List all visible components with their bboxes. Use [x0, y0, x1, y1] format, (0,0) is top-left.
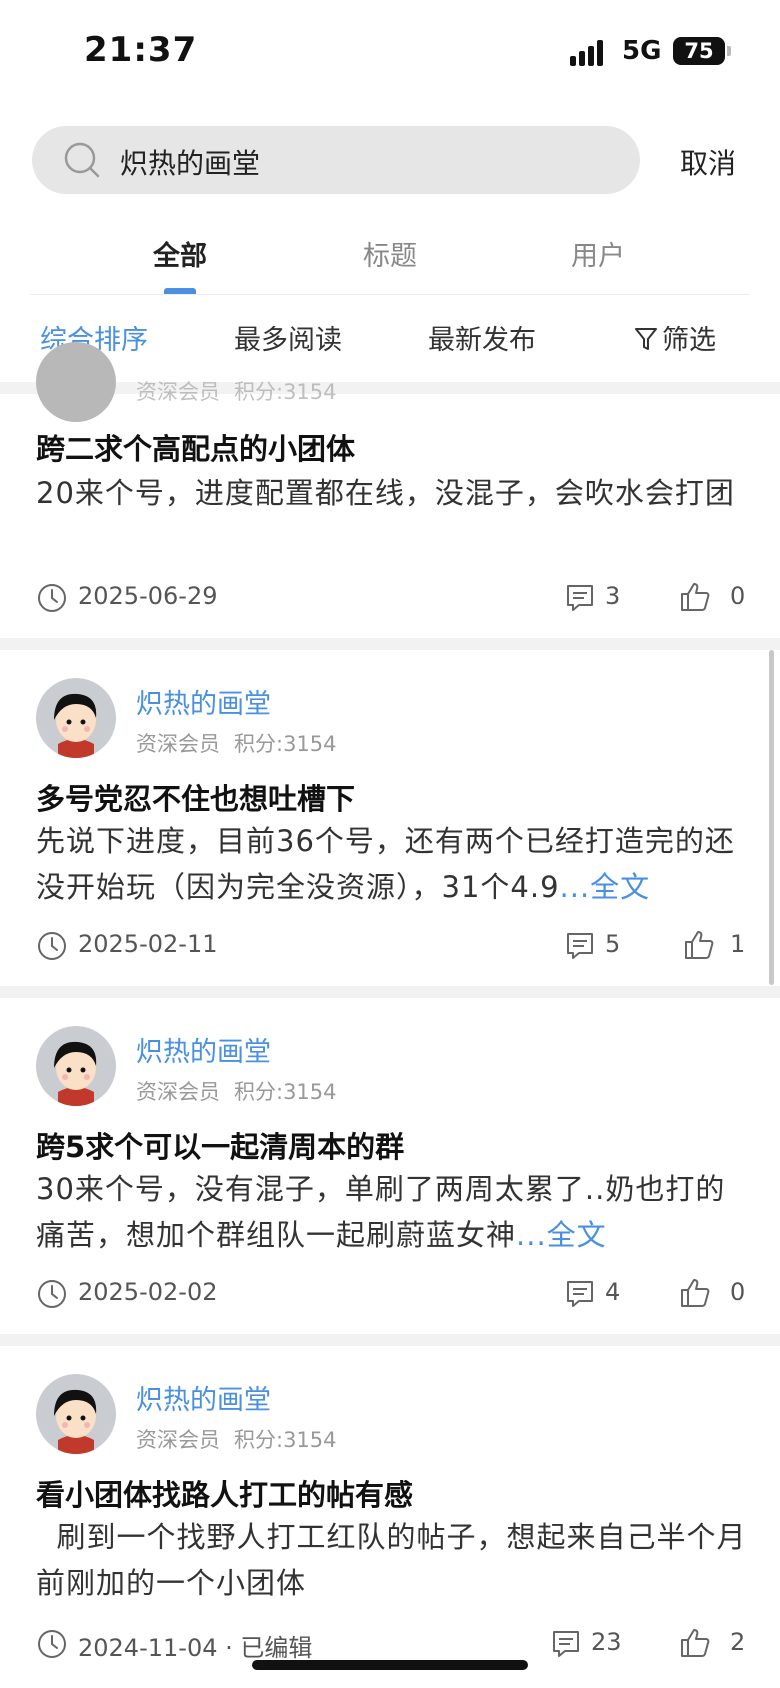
battery-tip [727, 46, 731, 56]
post-date: 2025-02-11 [78, 930, 218, 958]
author-meta: 资深会员 积分:3154 [136, 1428, 337, 1452]
tab-users[interactable]: 用户 [528, 234, 668, 273]
author-meta: 资深会员 积分:3154 [136, 732, 337, 756]
post-body[interactable]: 先说下进度，目前36个号，还有两个已经打造完的还没开始玩（因为完全没资源），31… [36, 818, 752, 910]
post-date: 2025-06-29 [78, 582, 218, 610]
sort-bar: 综合排序 最多阅读 最新发布 筛选 [0, 318, 780, 362]
search-query: 炽热的画堂 [120, 147, 261, 180]
scrollbar[interactable] [769, 650, 774, 985]
comment-count: 5 [605, 930, 621, 958]
post-footer: 2025-06-29 3 0 [0, 580, 780, 620]
clock-icon [38, 584, 66, 612]
sort-most-read[interactable]: 最多阅读 [234, 318, 342, 357]
read-more-link[interactable]: ...全文 [516, 1218, 607, 1252]
thumbs-up-icon[interactable] [678, 580, 712, 614]
like-count: 1 [730, 930, 746, 958]
comment-icon[interactable] [550, 1628, 582, 1660]
post-body[interactable]: 刷到一个找野人打工红队的帖子，想起来自己半个月前刚加的一个小团体 [36, 1514, 752, 1606]
post-card[interactable]: 炽热的画堂 资深会员 积分:3154 看小团体找路人打工的帖有感 刷到一个找野人打… [0, 1346, 780, 1688]
comment-count: 4 [605, 1278, 621, 1306]
post-date: 2024-11-04 · 已编辑 [78, 1634, 313, 1662]
signal-icon [570, 38, 610, 66]
comment-icon[interactable] [564, 582, 596, 614]
avatar[interactable] [36, 1026, 116, 1106]
post-card[interactable]: 炽热的画堂 资深会员 积分:3154 跨5求个可以一起清周本的群 30来个号，没有… [0, 998, 780, 1334]
thumbs-up-icon[interactable] [678, 1276, 712, 1310]
post-card[interactable]: 资深会员 积分:3154 跨二求个高配点的小团体 20来个号，进度配置都在线，没混… [0, 342, 780, 638]
like-count: 0 [730, 582, 746, 610]
divider [30, 294, 750, 295]
post-footer: 2025-02-11 5 1 [0, 928, 780, 968]
tab-bar: 全部 标题 用户 [0, 230, 780, 294]
author-name[interactable]: 炽热的画堂 [136, 682, 271, 721]
post-title[interactable]: 跨二求个高配点的小团体 [36, 426, 355, 468]
like-count: 2 [730, 1628, 746, 1656]
clock-icon [38, 1280, 66, 1308]
network-type: 5G [622, 36, 662, 66]
section-gap [0, 638, 780, 650]
author-meta: 资深会员 积分:3154 [136, 1080, 337, 1104]
status-bar: 21:37 5G 75 [0, 0, 780, 100]
tab-all[interactable]: 全部 [110, 234, 250, 273]
avatar[interactable] [36, 678, 116, 758]
filter-label: 筛选 [662, 325, 716, 356]
avatar-face-icon [54, 693, 97, 758]
section-gap [0, 986, 780, 998]
avatar-face-icon [54, 1389, 97, 1454]
read-more-link[interactable]: ...全文 [560, 870, 651, 904]
clock-icon [38, 1630, 66, 1658]
cancel-button[interactable]: 取消 [680, 142, 736, 182]
tab-title[interactable]: 标题 [320, 234, 460, 273]
comment-icon[interactable] [564, 1278, 596, 1310]
post-body[interactable]: 20来个号，进度配置都在线，没混子，会吹水会打团 [36, 470, 752, 516]
post-body[interactable]: 30来个号，没有混子，单刷了两周太累了..奶也打的痛苦，想加个群组队一起刷蔚蓝女… [36, 1166, 752, 1258]
post-title[interactable]: 跨5求个可以一起清周本的群 [36, 1124, 404, 1166]
post-title[interactable]: 看小团体找路人打工的帖有感 [36, 1472, 413, 1514]
home-indicator[interactable] [252, 1660, 528, 1670]
sort-newest[interactable]: 最新发布 [428, 318, 536, 357]
thumbs-up-icon[interactable] [682, 928, 716, 962]
comment-count: 3 [605, 582, 621, 610]
filter-button[interactable]: 筛选 [634, 318, 716, 357]
like-count: 0 [730, 1278, 746, 1306]
comment-count: 23 [591, 1628, 622, 1656]
section-gap [0, 382, 780, 394]
author-name[interactable]: 炽热的画堂 [136, 1378, 271, 1417]
avatar[interactable] [36, 1374, 116, 1454]
clock-icon [38, 932, 66, 960]
post-title[interactable]: 多号党忍不住也想吐槽下 [36, 776, 355, 818]
post-date: 2025-02-02 [78, 1278, 218, 1306]
search-input[interactable]: 炽热的画堂 [32, 126, 640, 194]
avatar-face-icon [54, 1041, 97, 1106]
post-footer: 2025-02-02 4 0 [0, 1276, 780, 1316]
author-name[interactable]: 炽热的画堂 [136, 1030, 271, 1069]
battery-icon: 75 [673, 37, 725, 65]
filter-icon [635, 328, 657, 350]
status-time: 21:37 [84, 30, 198, 70]
section-gap [0, 1334, 780, 1346]
thumbs-up-icon[interactable] [678, 1626, 712, 1660]
comment-icon[interactable] [564, 930, 596, 962]
search-icon [64, 142, 100, 178]
author-meta: 资深会员 积分:3154 [136, 380, 337, 404]
avatar[interactable] [36, 342, 116, 422]
post-card[interactable]: 炽热的画堂 资深会员 积分:3154 多号党忍不住也想吐槽下 先说下进度，目前36… [0, 650, 780, 986]
